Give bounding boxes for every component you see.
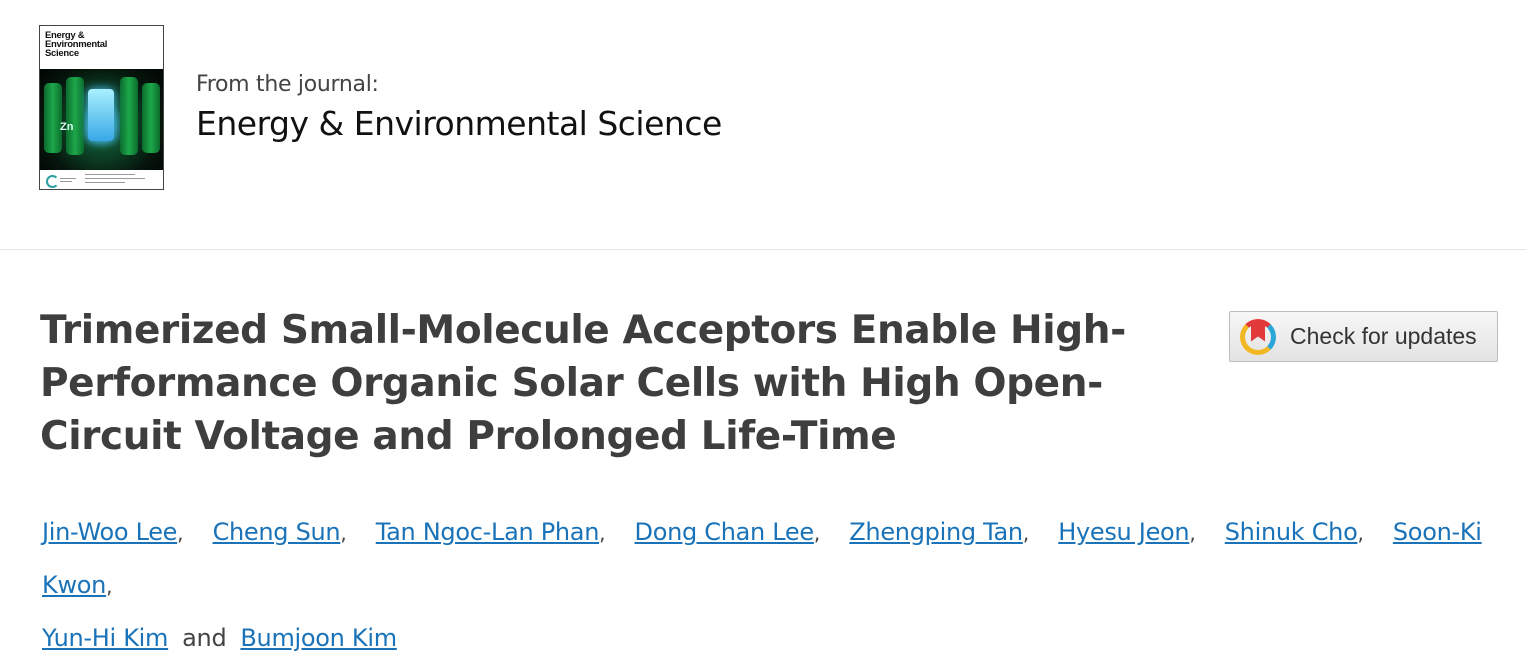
author-separator: , bbox=[1189, 521, 1196, 545]
cover-element-label: Zn bbox=[60, 121, 74, 133]
author-separator: , bbox=[1357, 521, 1364, 545]
author-separator: , bbox=[177, 521, 184, 545]
journal-cover-image[interactable]: Energy & Environmental Science Zn bbox=[39, 25, 164, 190]
crossmark-icon bbox=[1240, 318, 1276, 355]
article-title: Trimerized Small-Molecule Acceptors Enab… bbox=[40, 308, 1126, 459]
cover-glow bbox=[88, 89, 114, 141]
author-link[interactable]: Shinuk Cho bbox=[1225, 518, 1358, 546]
author-separator: , bbox=[340, 521, 347, 545]
cover-arc-decoration bbox=[127, 26, 163, 58]
journal-header: Energy & Environmental Science Zn From t… bbox=[0, 0, 1526, 250]
author-link[interactable]: Tan Ngoc-Lan Phan bbox=[376, 518, 600, 546]
header-divider bbox=[0, 249, 1526, 250]
author-link[interactable]: Bumjoon Kim bbox=[240, 624, 397, 652]
cover-publisher-strip bbox=[40, 170, 163, 189]
from-journal-label: From the journal: bbox=[196, 72, 379, 97]
author-separator: , bbox=[813, 521, 820, 545]
author-separator: , bbox=[1022, 521, 1029, 545]
author-separator: , bbox=[599, 521, 606, 545]
author-link[interactable]: Jin-Woo Lee bbox=[42, 518, 177, 546]
check-for-updates-button[interactable]: Check for updates bbox=[1229, 311, 1498, 362]
author-separator: , bbox=[106, 574, 113, 598]
author-link[interactable]: Hyesu Jeon bbox=[1058, 518, 1189, 546]
cover-artwork: Zn bbox=[40, 69, 163, 170]
author-link[interactable]: Zhengping Tan bbox=[849, 518, 1023, 546]
cover-title: Energy & Environmental Science bbox=[45, 31, 107, 59]
journal-name-link[interactable]: Energy & Environmental Science bbox=[196, 104, 722, 143]
author-link[interactable]: Cheng Sun bbox=[213, 518, 341, 546]
cover-title-line: Science bbox=[45, 48, 79, 59]
author-link[interactable]: Yun-Hi Kim bbox=[42, 624, 168, 652]
author-conjunction: and bbox=[182, 624, 227, 652]
check-for-updates-label: Check for updates bbox=[1290, 323, 1477, 349]
author-list: Jin-Woo Lee, Cheng Sun, Tan Ngoc-Lan Pha… bbox=[42, 506, 1482, 664]
author-link[interactable]: Dong Chan Lee bbox=[635, 518, 815, 546]
rsc-logo-icon bbox=[46, 175, 59, 188]
